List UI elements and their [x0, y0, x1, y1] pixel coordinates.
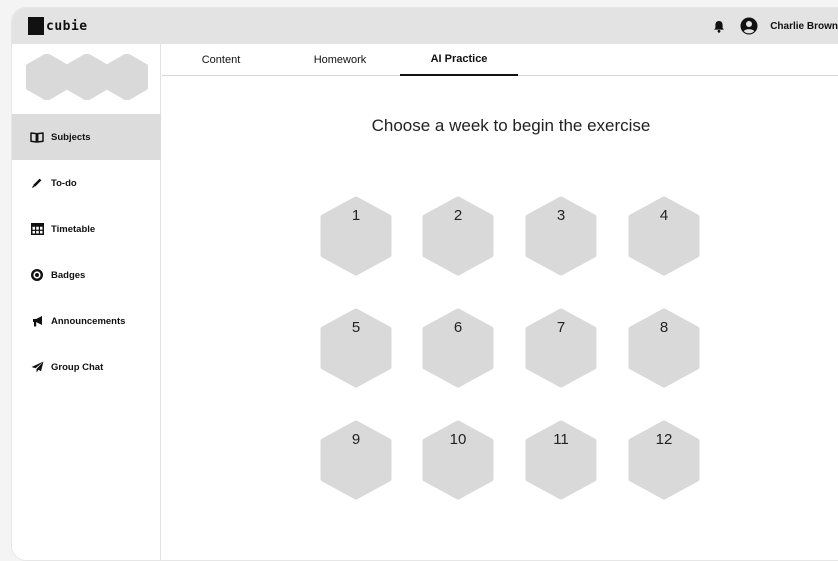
logo-mark: [28, 17, 44, 35]
sidebar: Subjects To-do Timetable Badges Announce…: [12, 44, 161, 560]
week-number: 8: [659, 319, 669, 336]
book-open-icon: [30, 130, 44, 144]
week-number: 5: [351, 319, 361, 336]
week-hexagon-button[interactable]: 4: [628, 196, 700, 276]
tab-homework[interactable]: Homework: [302, 44, 378, 76]
sidebar-item-label: Announcements: [51, 315, 126, 327]
page-heading: Choose a week to begin the exercise: [371, 116, 651, 135]
table-grid-icon: [30, 222, 44, 236]
sidebar-item-group-chat[interactable]: Group Chat: [12, 344, 161, 390]
week-number: 2: [453, 207, 463, 224]
megaphone-icon: [30, 314, 44, 328]
week-hexagon-button[interactable]: 5: [320, 308, 392, 388]
week-number: 6: [453, 319, 463, 336]
user-name[interactable]: Charlie Brown: [770, 21, 838, 32]
week-hexagon-button[interactable]: 1: [320, 196, 392, 276]
sidebar-item-label: Group Chat: [51, 361, 104, 373]
tab-bar: Content Homework AI Practice: [162, 44, 838, 76]
tab-ai-practice[interactable]: AI Practice: [400, 44, 518, 76]
sidebar-item-label: Subjects: [51, 131, 91, 143]
profile-hexagons: [24, 54, 150, 100]
week-hexagon-button[interactable]: 2: [422, 196, 494, 276]
tab-content[interactable]: Content: [190, 44, 252, 76]
week-number: 11: [553, 431, 569, 448]
week-hexagon-button[interactable]: 3: [525, 196, 597, 276]
pencil-icon: [30, 176, 44, 190]
week-number: 12: [655, 431, 673, 448]
sidebar-item-label: Badges: [51, 269, 86, 281]
top-bar: cubie Charlie Brown: [12, 8, 838, 44]
main-content: Content Homework AI Practice Choose a we…: [162, 44, 838, 560]
sidebar-item-announcements[interactable]: Announcements: [12, 298, 161, 344]
app-window: cubie Charlie Brown Subjects To-do Timet…: [12, 8, 838, 560]
sidebar-item-to-do[interactable]: To-do: [12, 160, 161, 206]
week-number: 1: [351, 207, 361, 224]
week-hexagon-button[interactable]: 9: [320, 420, 392, 500]
week-hexagon-button[interactable]: 12: [628, 420, 700, 500]
sidebar-item-badges[interactable]: Badges: [12, 252, 161, 298]
week-hexagon-button[interactable]: 8: [628, 308, 700, 388]
week-hexagon-button[interactable]: 6: [422, 308, 494, 388]
user-avatar-icon[interactable]: [740, 17, 758, 35]
badge-gear-icon: [30, 268, 44, 282]
sidebar-item-timetable[interactable]: Timetable: [12, 206, 161, 252]
paper-plane-icon: [30, 360, 44, 374]
week-number: 3: [556, 207, 566, 224]
bell-icon[interactable]: [712, 19, 726, 33]
hexagon-shape: [106, 54, 148, 100]
week-hexagon-button[interactable]: 11: [525, 420, 597, 500]
user-area: Charlie Brown: [712, 16, 838, 36]
sidebar-item-label: To-do: [51, 177, 77, 189]
week-hexagon-button[interactable]: 7: [525, 308, 597, 388]
week-hexagon-button[interactable]: 10: [422, 420, 494, 500]
week-number: 9: [351, 431, 361, 448]
sidebar-item-label: Timetable: [51, 223, 96, 235]
week-number: 7: [556, 319, 566, 336]
week-number: 4: [659, 207, 669, 224]
sidebar-item-subjects[interactable]: Subjects: [12, 114, 161, 160]
app-logo[interactable]: cubie: [28, 17, 88, 35]
logo-text: cubie: [46, 18, 88, 34]
week-number: 10: [449, 431, 467, 448]
